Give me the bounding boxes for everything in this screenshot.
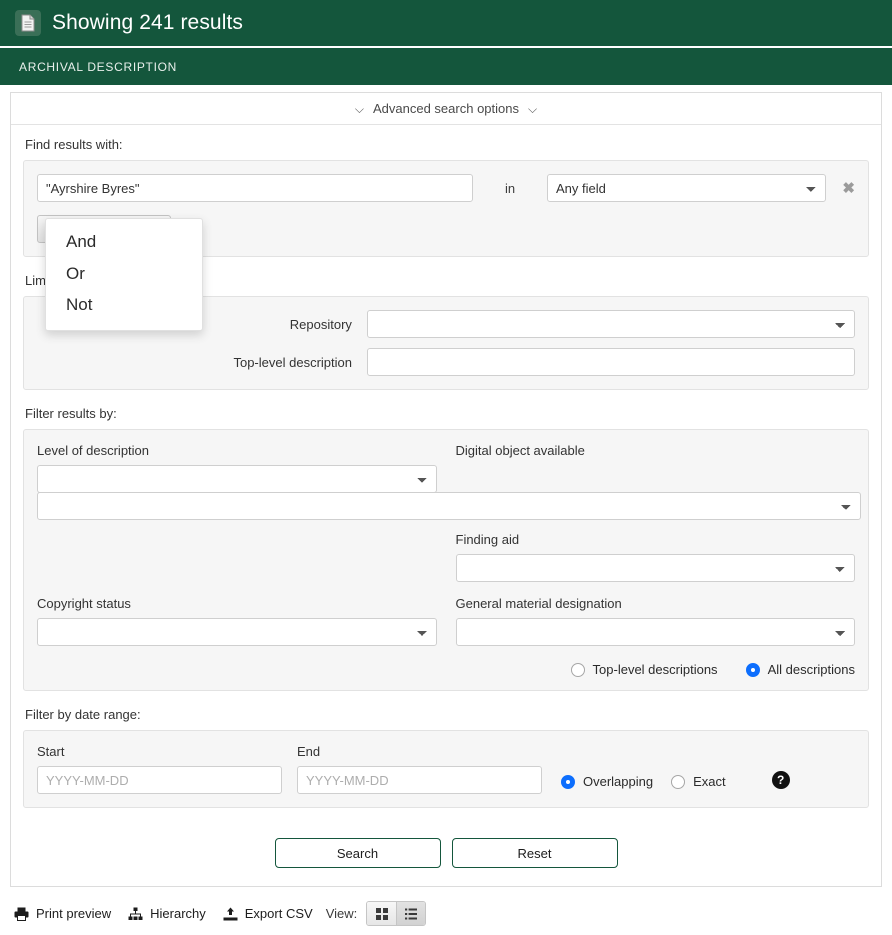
top-level-description-input[interactable] bbox=[366, 348, 855, 376]
general-material-designation-label: General material designation bbox=[455, 596, 622, 611]
advanced-search-panel: ⌵︎ Advanced search options ⌵︎ Find resul… bbox=[10, 92, 882, 887]
menu-item-and[interactable]: And bbox=[46, 226, 202, 258]
menu-item-or[interactable]: Or bbox=[46, 258, 202, 290]
print-preview-label: Print preview bbox=[36, 906, 112, 921]
sort-bar: Direction: Ascending Sort by: Title bbox=[0, 926, 892, 935]
filter-spacer-left bbox=[37, 532, 437, 582]
chevron-double-down-icon-right: ⌵︎ bbox=[527, 101, 538, 116]
date-range-label: Filter by date range: bbox=[25, 707, 141, 722]
date-end-field: End bbox=[297, 744, 542, 794]
filter-field-general-material-designation: General material designation bbox=[455, 596, 855, 646]
filter-field-finding-aid: Finding aid bbox=[455, 532, 855, 582]
radio-exact[interactable]: Exact bbox=[671, 774, 726, 789]
add-criteria-dropdown-menu[interactable]: And Or Not bbox=[45, 218, 203, 331]
page-title: Showing 241 results bbox=[52, 11, 244, 34]
radio-icon-all-descriptions[interactable] bbox=[745, 662, 760, 677]
remove-criteria-icon[interactable]: ✖ bbox=[842, 181, 855, 196]
radio-icon-exact[interactable] bbox=[671, 774, 686, 789]
sitemap-icon bbox=[128, 907, 143, 921]
form-actions: Search Reset bbox=[23, 824, 869, 886]
limit-row-top-level-description: Top-level description bbox=[37, 348, 855, 376]
date-end-label: End bbox=[297, 744, 321, 759]
radio-label-all-descriptions: All descriptions bbox=[767, 662, 855, 677]
radio-top-level-descriptions[interactable]: Top-level descriptions bbox=[570, 662, 718, 677]
date-range-group: Start End Overlapping Exact bbox=[23, 730, 869, 808]
card-view-button[interactable] bbox=[367, 902, 397, 925]
copyright-status-select[interactable] bbox=[37, 618, 437, 646]
reset-button[interactable]: Reset bbox=[451, 838, 618, 868]
date-end-input[interactable] bbox=[297, 766, 542, 794]
tab-archival-description[interactable]: ARCHIVAL DESCRIPTION bbox=[19, 60, 177, 74]
radio-icon-top-level-descriptions[interactable] bbox=[570, 662, 585, 677]
hierarchy-button[interactable]: Hierarchy bbox=[128, 906, 206, 921]
filter-field-level-of-description: Level of description bbox=[37, 443, 437, 493]
search-query-input[interactable] bbox=[37, 174, 474, 202]
advanced-search-toggle[interactable]: ⌵︎ Advanced search options ⌵︎ bbox=[11, 93, 881, 125]
filter-row-1: Level of description Digital object avai… bbox=[37, 443, 855, 493]
export-csv-button[interactable]: Export CSV bbox=[223, 906, 313, 921]
results-type-tabbar: ARCHIVAL DESCRIPTION bbox=[0, 48, 892, 85]
hierarchy-label: Hierarchy bbox=[150, 906, 206, 921]
help-icon[interactable]: ? bbox=[771, 771, 790, 789]
criteria-row: in Any field ✖ bbox=[37, 174, 855, 202]
results-toolbar: Print preview Hierarchy Export CSV View: bbox=[0, 887, 892, 926]
date-range-row: Start End Overlapping Exact bbox=[37, 744, 855, 794]
search-button[interactable]: Search bbox=[274, 838, 441, 868]
upload-icon bbox=[223, 907, 238, 921]
date-start-input[interactable] bbox=[37, 766, 282, 794]
top-level-description-label: Top-level description bbox=[233, 354, 352, 370]
printer-icon bbox=[14, 907, 29, 921]
advanced-search-toggle-label: Advanced search options bbox=[373, 101, 519, 116]
page-header: Showing 241 results bbox=[0, 0, 892, 48]
digital-object-available-select[interactable] bbox=[37, 492, 861, 520]
date-start-field: Start bbox=[37, 744, 282, 794]
level-of-description-select[interactable] bbox=[37, 465, 437, 493]
filter-results-label: Filter results by: bbox=[25, 406, 117, 421]
finding-aid-label: Finding aid bbox=[455, 532, 520, 547]
description-scope-radio-group: Top-level descriptions All descriptions bbox=[37, 662, 855, 677]
filter-results-group: Level of description Digital object avai… bbox=[23, 429, 869, 691]
repository-select[interactable] bbox=[366, 310, 855, 338]
criteria-in-label: in bbox=[504, 180, 516, 196]
digital-object-available-label: Digital object available bbox=[455, 443, 585, 458]
find-results-group: in Any field ✖ Add new criteria And Or N… bbox=[23, 160, 869, 331]
radio-label-exact: Exact bbox=[693, 774, 726, 789]
menu-item-not[interactable]: Not bbox=[46, 289, 202, 321]
radio-label-overlapping: Overlapping bbox=[583, 774, 654, 789]
find-results-label: Find results with: bbox=[25, 137, 123, 152]
advanced-search-body: Find results with: in Any field ✖ Add ne… bbox=[11, 125, 881, 886]
document-icon bbox=[15, 10, 41, 36]
print-preview-button[interactable]: Print preview bbox=[14, 906, 111, 921]
export-csv-label: Export CSV bbox=[244, 906, 313, 921]
radio-all-descriptions[interactable]: All descriptions bbox=[745, 662, 855, 677]
general-material-designation-select[interactable] bbox=[455, 618, 855, 646]
filter-row-2: Finding aid bbox=[37, 532, 855, 582]
filter-row-3: Copyright status General material design… bbox=[37, 596, 855, 646]
radio-label-top-level-descriptions: Top-level descriptions bbox=[592, 662, 718, 677]
finding-aid-select[interactable] bbox=[455, 554, 855, 582]
filter-field-digital-object-available: Digital object available bbox=[456, 443, 856, 493]
radio-overlapping[interactable]: Overlapping bbox=[561, 774, 653, 789]
date-start-label: Start bbox=[37, 744, 65, 759]
copyright-status-label: Copyright status bbox=[37, 596, 131, 611]
level-of-description-label: Level of description bbox=[37, 443, 150, 458]
view-label: View: bbox=[325, 906, 358, 921]
search-field-select[interactable]: Any field bbox=[546, 174, 827, 202]
table-view-button[interactable] bbox=[396, 902, 426, 925]
view-mode-toggle bbox=[366, 901, 427, 926]
filter-field-copyright-status: Copyright status bbox=[37, 596, 437, 646]
radio-icon-overlapping[interactable] bbox=[561, 774, 575, 789]
chevron-double-down-icon-left: ⌵︎ bbox=[354, 101, 364, 116]
date-match-radio-group: Overlapping Exact bbox=[561, 774, 726, 794]
